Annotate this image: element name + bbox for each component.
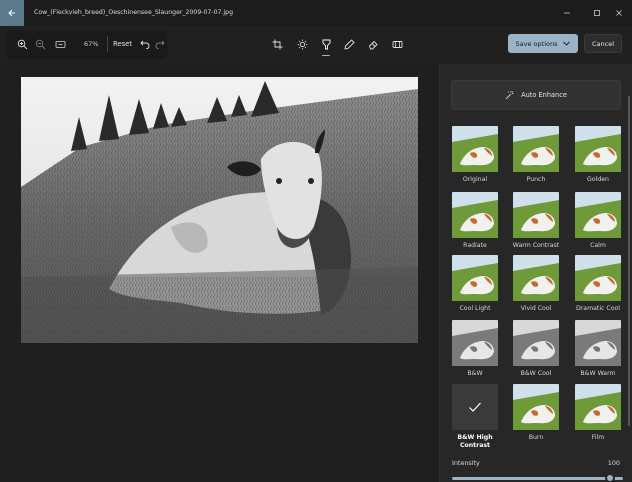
filter-bandw-warm[interactable]: B&W Warm: [574, 320, 622, 378]
adjust-tool-button[interactable]: [294, 36, 310, 52]
toolbar-divider: [107, 36, 108, 52]
filter-thumbnail[interactable]: [513, 126, 559, 172]
minimize-button[interactable]: [554, 0, 580, 26]
erase-icon: [368, 40, 378, 49]
zoom-in-icon: [17, 39, 27, 49]
close-window-button[interactable]: [606, 0, 632, 26]
filter-original[interactable]: Original: [451, 126, 499, 184]
filter-thumbnail[interactable]: [575, 126, 621, 172]
filter-radiate[interactable]: Radiate: [451, 192, 499, 250]
close-icon: [616, 10, 622, 16]
filter-label: Burn: [528, 434, 544, 441]
filter-thumbnail[interactable]: [575, 192, 621, 238]
photo-editor-window: Cow_(Fleckvieh_breed)_Oeschinensee_Slaun…: [0, 0, 632, 482]
filter-label: B&W: [467, 370, 483, 377]
pen-icon: [343, 38, 355, 50]
chevron-down-icon: [563, 41, 571, 46]
filter-cool-light[interactable]: Cool Light: [451, 255, 499, 313]
window-title: Cow_(Fleckvieh_breed)_Oeschinensee_Slaun…: [34, 9, 234, 16]
zoom-controls: 67% Reset: [8, 32, 166, 56]
filter-punch[interactable]: Punch: [512, 126, 560, 184]
save-options-label: Save options: [515, 39, 558, 48]
filter-tool-button[interactable]: [318, 36, 334, 56]
filter-thumbnail[interactable]: [575, 255, 621, 301]
selected-filter-thumbnail[interactable]: [452, 384, 498, 430]
filter-film[interactable]: Film: [574, 384, 622, 442]
edited-photo: [21, 77, 418, 343]
panel-scrollbar[interactable]: [628, 96, 630, 426]
checkmark-icon: [469, 402, 481, 412]
filter-label: B&W Warm: [580, 370, 616, 377]
filter-label: Original: [462, 176, 488, 183]
erase-tool-button[interactable]: [365, 36, 381, 52]
background-icon: [392, 40, 402, 48]
reset-button[interactable]: Reset: [113, 36, 132, 52]
filter-thumbnail[interactable]: [575, 320, 621, 366]
undo-button[interactable]: [137, 36, 153, 52]
auto-enhance-button[interactable]: Auto Enhance: [451, 80, 621, 110]
intensity-label: Intensity: [452, 459, 480, 467]
filter-thumbnail[interactable]: [513, 192, 559, 238]
back-button[interactable]: [0, 0, 24, 26]
filter-label: Golden: [587, 176, 609, 183]
filter-burn[interactable]: Burn: [512, 384, 560, 442]
markup-tool-button[interactable]: [341, 36, 357, 52]
redo-icon: [155, 40, 165, 49]
undo-icon: [140, 40, 150, 49]
editor-toolbar: 67% Reset Save options Cancel: [0, 26, 632, 64]
photo-image: [21, 77, 418, 343]
intensity-value: 100: [607, 459, 620, 467]
filter-bandw-cool[interactable]: B&W Cool: [512, 320, 560, 378]
auto-enhance-label: Auto Enhance: [521, 91, 567, 99]
crop-tool-button[interactable]: [269, 36, 285, 52]
save-options-button[interactable]: Save options: [508, 34, 578, 53]
background-tool-button[interactable]: [389, 36, 405, 52]
filter-thumbnail[interactable]: [513, 320, 559, 366]
filter-label: Cool Light: [459, 305, 491, 312]
filter-golden[interactable]: Golden: [574, 126, 622, 184]
cancel-button[interactable]: Cancel: [584, 34, 622, 53]
filter-warm-contrast[interactable]: Warm Contrast: [512, 192, 560, 250]
maximize-icon: [594, 10, 600, 16]
filter-thumbnail[interactable]: [513, 255, 559, 301]
intensity-slider-thumb[interactable]: [605, 473, 615, 482]
filter-icon: [322, 39, 330, 49]
filter-panel: Auto Enhance Original Punch Golden Radiate W…: [439, 64, 632, 482]
filter-vivid-cool[interactable]: Vivid Cool: [512, 255, 560, 313]
fit-to-window-button[interactable]: [52, 36, 68, 52]
filter-label: Punch: [526, 176, 546, 183]
redo-button[interactable]: [154, 36, 166, 52]
filter-label: Calm: [590, 242, 606, 249]
title-bar: Cow_(Fleckvieh_breed)_Oeschinensee_Slaun…: [0, 0, 632, 26]
filter-thumbnail[interactable]: [452, 126, 498, 172]
filter-thumbnail[interactable]: [575, 384, 621, 430]
filter-label: Film: [591, 434, 605, 441]
intensity-slider-track[interactable]: [452, 477, 623, 480]
filter-label: Warm Contrast: [512, 242, 560, 249]
filter-thumbnail[interactable]: [452, 192, 498, 238]
minimize-icon: [564, 12, 570, 14]
crop-icon: [272, 39, 282, 49]
magic-wand-icon: [505, 91, 514, 100]
filter-label: Dramatic Cool: [575, 305, 621, 312]
filter-label: B&W Cool: [520, 370, 552, 377]
filter-label: B&W High Contrast: [457, 434, 493, 449]
filter-bandw[interactable]: B&W: [451, 320, 499, 378]
filter-thumbnail[interactable]: [452, 320, 498, 366]
arrow-left-icon: [8, 9, 15, 17]
filter-dramatic-cool[interactable]: Dramatic Cool: [574, 255, 622, 313]
zoom-out-button[interactable]: [32, 36, 48, 52]
filter-thumbnail[interactable]: [452, 255, 498, 301]
brightness-icon: [297, 39, 307, 49]
zoom-out-icon: [35, 39, 45, 49]
filter-thumbnail[interactable]: [513, 384, 559, 430]
filter-label: Vivid Cool: [520, 305, 552, 312]
fit-screen-icon: [55, 40, 65, 48]
filter-calm[interactable]: Calm: [574, 192, 622, 250]
zoom-percentage: 67%: [84, 40, 99, 48]
filter-bandw-high-contrast[interactable]: B&W High Contrast: [451, 384, 499, 450]
zoom-in-button[interactable]: [14, 36, 30, 52]
filter-label: Radiate: [463, 242, 487, 249]
